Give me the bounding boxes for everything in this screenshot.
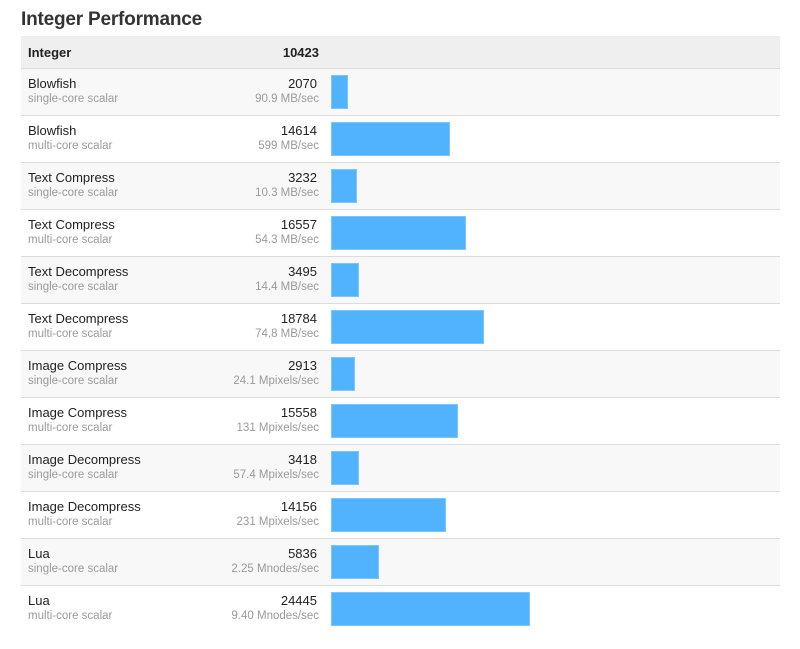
benchmark-score: 2070	[288, 76, 317, 91]
benchmark-name: Text Compress	[28, 217, 115, 232]
benchmark-rate: 54.3 MB/sec	[255, 234, 319, 246]
header-name: Integer	[28, 45, 72, 60]
section-title: Integer Performance	[21, 9, 202, 30]
table-row: Blowfish multi-core scalar 14614 599 MB/sec	[21, 116, 780, 163]
table-row: Blowfish single-core scalar 2070 90.9 MB/se…	[21, 69, 780, 116]
benchmark-mode: single-core scalar	[28, 375, 119, 387]
table-row: Text Compress single-core scalar 3232 10.3 …	[21, 163, 780, 210]
table-row: Text Compress multi-core scalar 16557 54.3 …	[21, 210, 780, 257]
benchmark-rate: 24.1 Mpixels/sec	[233, 375, 319, 387]
table-row: Image Decompress single-core scalar 3418 57…	[21, 445, 780, 492]
score-bar	[331, 122, 450, 156]
table-row: Text Decompress single-core scalar 3495 14.…	[21, 257, 780, 304]
benchmark-mode: multi-core scalar	[28, 234, 113, 246]
score-bar	[331, 592, 530, 626]
benchmark-rate: 231 Mpixels/sec	[236, 516, 319, 528]
benchmark-rate: 90.9 MB/sec	[255, 93, 319, 105]
benchmark-rate: 57.4 Mpixels/sec	[233, 469, 319, 481]
benchmark-name: Blowfish	[28, 123, 77, 138]
benchmark-mode: multi-core scalar	[28, 328, 113, 340]
benchmark-name: Blowfish	[28, 76, 77, 91]
table-row: Image Decompress multi-core scalar 14156 23…	[21, 492, 780, 539]
benchmark-score: 3232	[288, 170, 317, 185]
benchmark-score: 16557	[280, 217, 317, 232]
benchmark-mode: single-core scalar	[28, 563, 119, 575]
score-bar	[331, 545, 379, 579]
score-bar	[331, 75, 348, 109]
benchmark-score: 5836	[288, 546, 317, 561]
benchmark-name: Image Decompress	[28, 452, 141, 467]
score-bar	[331, 498, 446, 532]
benchmark-rate: 14.4 MB/sec	[255, 281, 319, 293]
benchmark-rate: 599 MB/sec	[258, 140, 319, 152]
table-row: Lua multi-core scalar 24445 9.40 Mnodes/sec	[21, 586, 780, 632]
benchmark-rate: 74.8 MB/sec	[255, 328, 319, 340]
benchmark-name: Image Compress	[28, 405, 127, 420]
benchmark-mode: multi-core scalar	[28, 140, 113, 152]
benchmark-score: 24445	[280, 593, 317, 608]
score-bar	[331, 169, 357, 203]
benchmark-rate: 131 Mpixels/sec	[236, 422, 319, 434]
benchmark-name: Text Compress	[28, 170, 115, 185]
benchmark-score: 14614	[280, 123, 317, 138]
benchmark-score: 3495	[288, 264, 317, 279]
table-body: Blowfish single-core scalar 2070 90.9 MB/se…	[21, 69, 780, 632]
benchmark-mode: single-core scalar	[28, 93, 119, 105]
score-bar	[331, 310, 484, 344]
benchmark-mode: multi-core scalar	[28, 516, 113, 528]
benchmark-name: Text Decompress	[28, 311, 129, 326]
benchmark-name: Lua	[28, 593, 50, 608]
benchmark-rate: 2.25 Mnodes/sec	[231, 563, 319, 575]
table-row: Image Compress single-core scalar 2913 24.1…	[21, 351, 780, 398]
benchmark-name: Image Decompress	[28, 499, 141, 514]
benchmark-score: 3418	[288, 452, 317, 467]
table-row: Image Compress multi-core scalar 15558 131 …	[21, 398, 780, 445]
table-header-row: Integer 10423	[21, 36, 780, 69]
benchmark-rate: 9.40 Mnodes/sec	[231, 610, 319, 622]
score-bar	[331, 404, 458, 438]
score-bar	[331, 451, 359, 485]
benchmark-name: Image Compress	[28, 358, 127, 373]
benchmark-rate: 10.3 MB/sec	[255, 187, 319, 199]
benchmark-mode: single-core scalar	[28, 469, 119, 481]
benchmark-mode: multi-core scalar	[28, 422, 113, 434]
score-bar	[331, 216, 466, 250]
benchmark-score: 18784	[280, 311, 317, 326]
benchmark-score: 14156	[280, 499, 317, 514]
benchmark-mode: single-core scalar	[28, 187, 119, 199]
benchmark-name: Lua	[28, 546, 50, 561]
benchmark-mode: single-core scalar	[28, 281, 119, 293]
benchmark-score: 2913	[288, 358, 317, 373]
table-row: Lua single-core scalar 5836 2.25 Mnodes/sec	[21, 539, 780, 586]
score-bar	[331, 263, 359, 297]
score-bar	[331, 357, 355, 391]
table-row: Text Decompress multi-core scalar 18784 74.…	[21, 304, 780, 351]
benchmark-mode: multi-core scalar	[28, 610, 113, 622]
header-score: 10423	[282, 45, 319, 60]
results-table: Integer 10423 Blowfish single-core scalar…	[21, 36, 780, 632]
benchmark-score: 15558	[280, 405, 317, 420]
benchmark-name: Text Decompress	[28, 264, 129, 279]
